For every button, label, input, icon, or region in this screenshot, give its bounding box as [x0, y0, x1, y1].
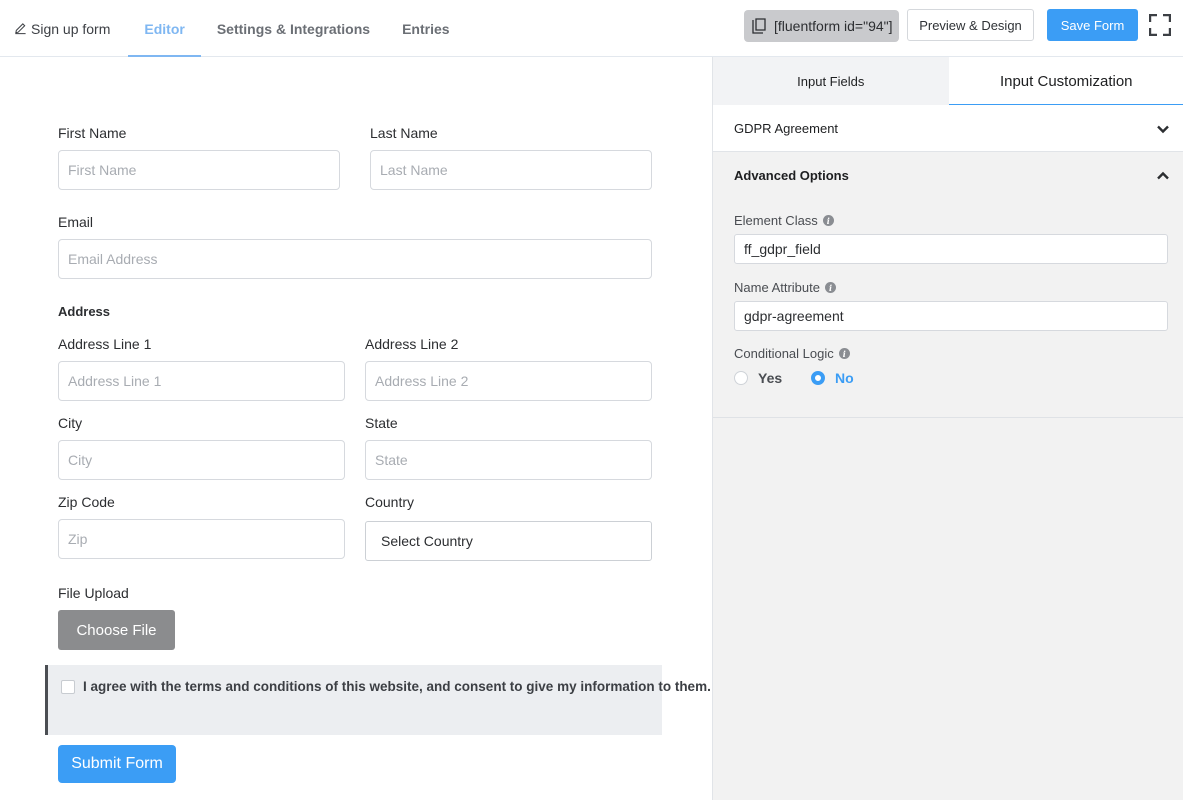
city-label: City	[58, 415, 83, 431]
email-input[interactable]: Email Address	[58, 239, 652, 279]
name-attribute-label-text: Name Attribute	[734, 280, 820, 295]
last-name-input[interactable]: Last Name	[370, 150, 652, 190]
gdpr-agreement-text: I agree with the terms and conditions of…	[83, 679, 711, 694]
top-bar: Sign up form Editor Settings & Integrati…	[0, 0, 1183, 57]
edit-pencil-icon	[15, 23, 26, 35]
zip-label: Zip Code	[58, 494, 115, 510]
address-line1-input[interactable]: Address Line 1	[58, 361, 345, 401]
zip-input[interactable]: Zip	[58, 519, 345, 559]
choose-file-button[interactable]: Choose File	[58, 610, 175, 650]
country-label: Country	[365, 494, 415, 510]
tab-input-fields[interactable]: Input Fields	[713, 57, 949, 105]
tab-entries[interactable]: Entries	[386, 0, 465, 57]
name-attribute-label: Name Attribute i	[734, 280, 836, 295]
radio-label-no: No	[835, 370, 854, 386]
tab-settings-integrations[interactable]: Settings & Integrations	[201, 0, 386, 57]
address-line2-label: Address Line 2	[365, 336, 459, 352]
state-input[interactable]: State	[365, 440, 652, 480]
element-class-label: Element Class i	[734, 213, 834, 228]
info-icon[interactable]: i	[822, 215, 834, 226]
first-name-input[interactable]: First Name	[58, 150, 340, 190]
preview-design-button[interactable]: Preview & Design	[907, 9, 1034, 41]
info-icon[interactable]: i	[825, 282, 836, 293]
fullscreen-icon[interactable]	[1149, 14, 1171, 36]
section-divider	[713, 417, 1183, 418]
gdpr-agreement-field[interactable]: I agree with the terms and conditions of…	[45, 665, 711, 735]
email-label: Email	[58, 214, 94, 230]
address-line2-input[interactable]: Address Line 2	[365, 361, 652, 401]
panel-tabs: Input Fields Input Customization	[713, 57, 1183, 106]
tab-editor[interactable]: Editor	[128, 0, 202, 57]
address-line1-label: Address Line 1	[58, 336, 152, 352]
copy-icon	[752, 18, 766, 34]
info-icon[interactable]: i	[838, 348, 850, 359]
chevron-up-icon	[1157, 171, 1169, 180]
element-class-input[interactable]: ff_gdpr_field	[734, 234, 1168, 264]
address-label: Address	[58, 304, 111, 319]
settings-panel: Input Fields Input Customization GDPR Ag…	[712, 57, 1183, 800]
form-title[interactable]: Sign up form	[0, 0, 126, 57]
gdpr-section-title: GDPR Agreement	[734, 120, 839, 136]
first-name-label: First Name	[58, 125, 127, 141]
conditional-logic-no-radio[interactable]: No	[811, 370, 854, 386]
name-attribute-input[interactable]: gdpr-agreement	[734, 301, 1168, 331]
gdpr-checkbox[interactable]	[61, 680, 75, 694]
file-upload-label: File Upload	[58, 585, 129, 601]
state-label: State	[365, 415, 398, 431]
radio-label-yes: Yes	[758, 370, 783, 386]
save-form-button[interactable]: Save Form	[1047, 9, 1138, 41]
shortcode-copy-button[interactable]: [fluentform id="94"]	[744, 10, 899, 42]
radio-dot-checked	[811, 371, 825, 385]
city-input[interactable]: City	[58, 440, 345, 480]
gdpr-agreement-section-toggle[interactable]: GDPR Agreement	[713, 105, 1183, 152]
submit-form-button[interactable]: Submit Form	[58, 745, 176, 783]
conditional-logic-label-text: Conditional Logic	[734, 346, 834, 361]
element-class-label-text: Element Class	[734, 213, 818, 228]
tab-input-customization[interactable]: Input Customization	[948, 57, 1183, 106]
radio-dot	[734, 371, 748, 385]
form-title-label: Sign up form	[31, 20, 111, 37]
country-select[interactable]: Select Country	[365, 521, 652, 561]
advanced-options-section-toggle[interactable]: Advanced Options	[713, 152, 1183, 199]
conditional-logic-yes-radio[interactable]: Yes	[734, 370, 782, 386]
main-nav: Sign up form Editor Settings & Integrati…	[0, 0, 466, 57]
form-editor-canvas: First Name First Name Last Name Last Nam…	[0, 57, 712, 800]
advanced-section-title: Advanced Options	[734, 168, 849, 183]
chevron-down-icon	[1157, 125, 1169, 134]
shortcode-text: [fluentform id="94"]	[774, 18, 893, 34]
last-name-label: Last Name	[370, 125, 438, 141]
conditional-logic-label: Conditional Logic i	[734, 346, 850, 361]
